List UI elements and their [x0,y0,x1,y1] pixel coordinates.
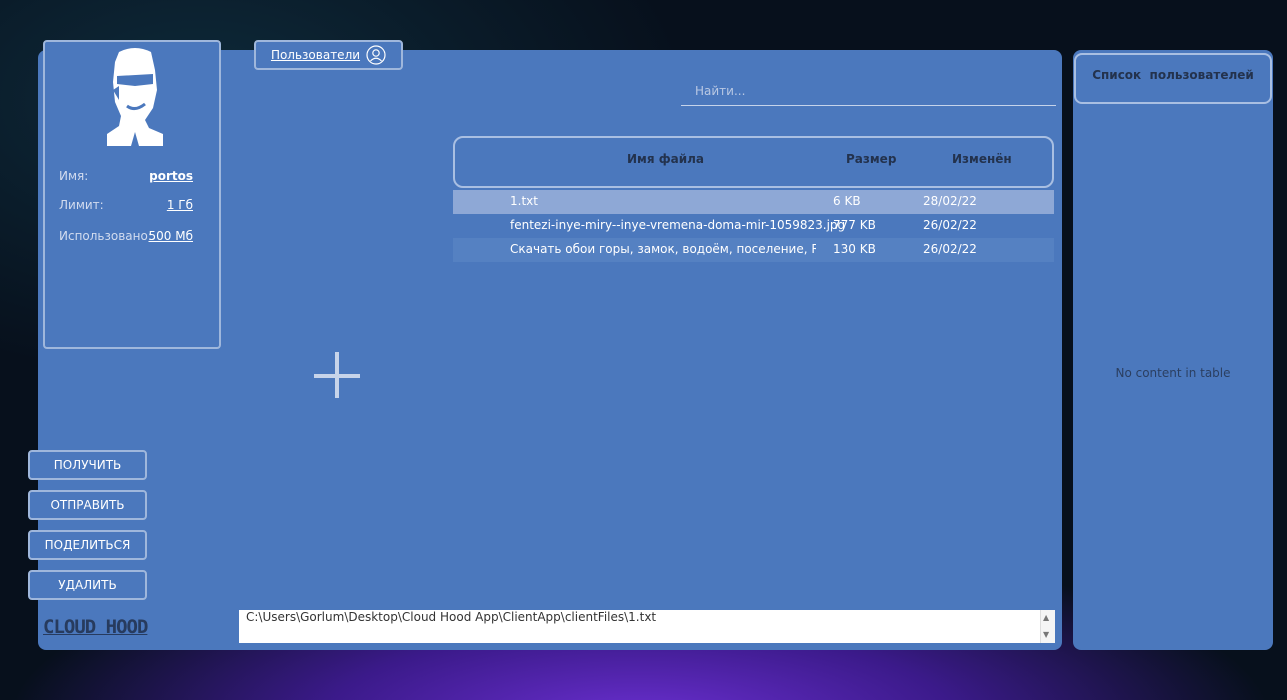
column-header-name[interactable]: Имя файла [627,152,704,166]
users-tab[interactable]: Пользователи [254,40,403,70]
user-circle-icon [366,45,386,65]
file-name: fentezi-inye-miry--inye-vremena-doma-mir… [510,218,846,232]
send-button[interactable]: ОТПРАВИТЬ [28,490,147,520]
file-size: 6 KB [833,194,861,208]
profile-name-row: Имя: portos [59,169,193,183]
file-name: 1.txt [510,194,538,208]
path-textarea[interactable]: C:\Users\Gorlum\Desktop\Cloud Hood App\C… [239,610,1055,643]
profile-used-row: Использовано: 500 Мб [59,229,193,243]
table-row[interactable]: Скачать обои горы, замок, водоём, поселе… [453,238,1054,262]
used-value[interactable]: 500 Мб [149,229,193,243]
file-size: 777 KB [833,218,876,232]
app-logo: CLOUD HOOD [43,616,148,638]
avatar [105,46,165,146]
name-label: Имя: [59,169,89,183]
file-table-header: Имя файла Размер Изменён [453,136,1054,188]
column-header-modified[interactable]: Изменён [952,152,1012,166]
users-tab-label: Пользователи [270,48,361,62]
scroll-up-icon[interactable]: ▲ [1043,611,1049,625]
users-empty-message: No content in table [1115,366,1231,380]
column-header-size[interactable]: Размер [846,152,896,166]
path-scrollbar[interactable]: ▲ ▼ [1040,610,1055,643]
get-button[interactable]: ПОЛУЧИТЬ [28,450,147,480]
file-modified: 28/02/22 [923,194,977,208]
share-button[interactable]: ПОДЕЛИТЬСЯ [28,530,147,560]
table-row[interactable]: fentezi-inye-miry--inye-vremena-doma-mir… [453,214,1054,238]
used-label: Использовано: [59,229,152,243]
file-name: Скачать обои горы, замок, водоём, поселе… [510,242,816,256]
delete-button[interactable]: УДАЛИТЬ [28,570,147,600]
users-panel [1073,50,1273,650]
file-size: 130 KB [833,242,876,256]
profile-limit-row: Лимит: 1 Гб [59,198,193,212]
table-row[interactable]: 1.txt 6 KB 28/02/22 [453,190,1054,214]
limit-label: Лимит: [59,198,104,212]
name-value[interactable]: portos [149,169,193,183]
file-modified: 26/02/22 [923,218,977,232]
search-input[interactable]: Найти... [681,78,1056,106]
limit-value[interactable]: 1 Гб [167,198,193,212]
path-text: C:\Users\Gorlum\Desktop\Cloud Hood App\C… [246,610,657,624]
scroll-down-icon[interactable]: ▼ [1043,628,1049,642]
profile-card: Имя: portos Лимит: 1 Гб Использовано: 50… [43,40,221,349]
file-modified: 26/02/22 [923,242,977,256]
users-list-header: Список пользователей [1074,53,1272,104]
search-placeholder: Найти... [695,84,746,98]
add-file-plus-icon[interactable] [314,352,362,400]
